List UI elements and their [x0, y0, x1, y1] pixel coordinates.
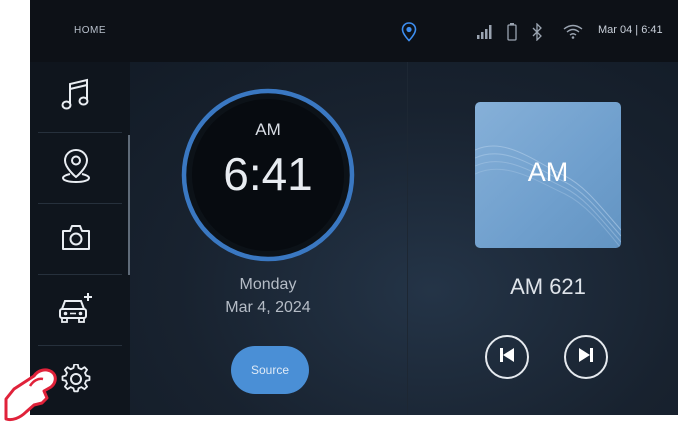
- source-button[interactable]: Source: [231, 346, 309, 394]
- map-pin-icon: [61, 148, 91, 189]
- clock-time: 6:41: [223, 148, 313, 200]
- sidebar-item-music[interactable]: [30, 62, 122, 133]
- date-label: Mar 4, 2024: [225, 299, 311, 316]
- bluetooth-icon: [532, 22, 542, 46]
- sidebar: [30, 62, 130, 415]
- battery-icon: [507, 23, 517, 46]
- clock-ampm: AM: [255, 120, 281, 139]
- status-datetime: Mar 04 | 6:41: [598, 24, 663, 36]
- album-art: AM: [475, 102, 621, 248]
- wifi-icon: [563, 24, 583, 44]
- car-plus-icon: [58, 292, 94, 329]
- sidebar-item-vehicle[interactable]: [30, 275, 122, 346]
- station-label: AM 621: [510, 274, 586, 299]
- sidebar-item-camera[interactable]: [30, 204, 122, 275]
- skip-next-icon: [578, 347, 594, 368]
- home-label[interactable]: HOME: [74, 25, 106, 36]
- day-label: Monday: [239, 276, 297, 293]
- status-bar: HOME Mar 04 | 6:41: [30, 0, 678, 62]
- sidebar-scrollbar[interactable]: [128, 135, 130, 275]
- camera-icon: [60, 223, 92, 256]
- previous-button[interactable]: [485, 335, 529, 379]
- album-label: AM: [527, 157, 569, 187]
- skip-previous-icon: [499, 347, 515, 368]
- pointing-hand-icon: [0, 364, 60, 429]
- signal-bars-icon: [477, 25, 493, 44]
- gear-icon: [61, 363, 91, 399]
- music-note-icon: [61, 78, 91, 117]
- infotainment-screen: HOME Mar 04 | 6:41 AM 6:41 Monday Mar 4,…: [30, 0, 678, 415]
- location-pin-icon: [401, 22, 417, 47]
- panel-divider: [407, 62, 408, 415]
- sidebar-item-navigation[interactable]: [30, 133, 122, 204]
- next-button[interactable]: [564, 335, 608, 379]
